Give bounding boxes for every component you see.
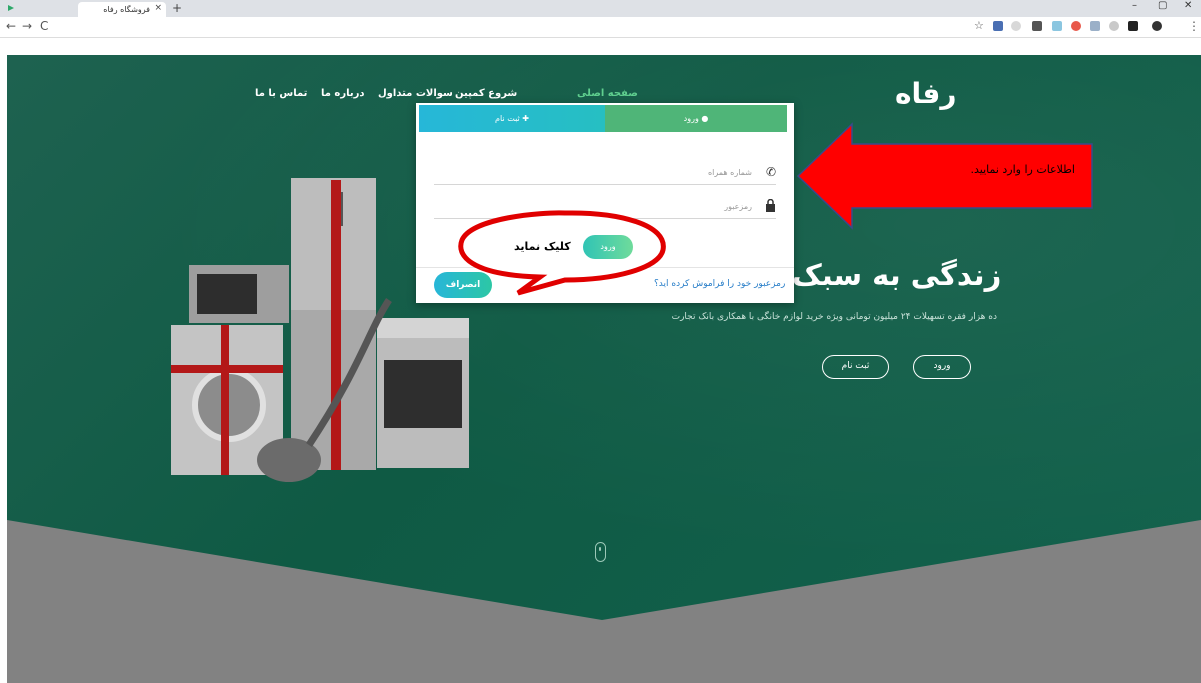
stove-shape <box>377 318 469 468</box>
brand-logo[interactable]: رفاه <box>895 77 957 110</box>
lock-icon <box>765 198 776 215</box>
nav-item-about[interactable]: درباره ما <box>321 88 365 99</box>
hero-login-button[interactable]: ورود <box>913 355 971 379</box>
bubble-annotation-text: کلیک نماید <box>514 240 571 253</box>
bubble-login-button[interactable]: ورود <box>583 235 633 259</box>
extension-icon[interactable] <box>993 21 1003 31</box>
tab-login[interactable]: ● ورود <box>605 105 787 132</box>
forward-icon[interactable]: → <box>22 19 32 33</box>
tab-strip: فروشگاه رفاه × + – ▢ ✕ <box>0 0 1201 17</box>
arrow-annotation-text: اطلاعات را وارد نمایید. <box>970 163 1075 176</box>
new-tab-button[interactable]: + <box>172 1 182 15</box>
password-input[interactable] <box>454 198 754 214</box>
hero-title: زندگی به سبک <box>792 258 1002 292</box>
extension-icon[interactable] <box>1071 21 1081 31</box>
forgot-password-link[interactable]: رمزعبور خود را فراموش کرده اید؟ <box>654 279 785 289</box>
nav-item-contact[interactable]: تماس با ما <box>255 88 307 99</box>
microwave-shape <box>189 265 289 323</box>
tab-close-icon[interactable]: × <box>154 3 162 13</box>
hero-register-button[interactable]: ثبت نام <box>822 355 889 379</box>
user-icon: ● <box>698 114 709 123</box>
phone-input[interactable] <box>454 164 754 180</box>
browser-menu-icon[interactable]: ⋮ <box>1188 19 1200 33</box>
back-icon[interactable]: ← <box>6 19 16 33</box>
tab-register[interactable]: ✚ ثبت نام <box>419 105 605 132</box>
modal-divider <box>416 267 794 268</box>
reload-icon[interactable]: C <box>40 19 48 33</box>
password-field <box>434 193 776 219</box>
maximize-button[interactable]: ▢ <box>1158 0 1167 11</box>
extension-icon[interactable] <box>1011 21 1021 31</box>
login-modal: ✚ ثبت نام ● ورود ✆ ورود رمزعبور خود را ف… <box>416 103 794 303</box>
minimize-button[interactable]: – <box>1132 0 1137 11</box>
nav-item-home[interactable]: صفحه اصلی <box>577 88 638 99</box>
extension-icon[interactable] <box>1032 21 1042 31</box>
extension-icon[interactable] <box>1090 21 1100 31</box>
browser-logo-icon <box>5 2 17 14</box>
cancel-button[interactable]: انصراف <box>434 272 492 298</box>
profile-avatar-icon[interactable] <box>1152 21 1162 31</box>
close-window-button[interactable]: ✕ <box>1184 0 1192 11</box>
extension-icon[interactable] <box>1052 21 1062 31</box>
modal-tabs: ✚ ثبت نام ● ورود <box>419 105 787 132</box>
user-plus-icon: ✚ <box>519 114 529 123</box>
scroll-mouse-icon <box>595 542 606 562</box>
browser-toolbar: ← → C ☆ ⋮ <box>0 17 1201 38</box>
nav-item-faq[interactable]: سوالات متداول <box>378 88 453 99</box>
refrigerator-shape <box>291 178 376 470</box>
phone-field: ✆ <box>434 159 776 185</box>
browser-chrome: فروشگاه رفاه × + – ▢ ✕ ← → C ☆ ⋮ <box>0 0 1201 38</box>
extension-icon[interactable] <box>1109 21 1119 31</box>
hero-subtitle: ده هزار فقره تسهیلات ۲۴ میلیون تومانی وی… <box>671 312 997 322</box>
toolbar-divider <box>0 37 1201 38</box>
extension-icon[interactable] <box>1128 21 1138 31</box>
bookmark-star-icon[interactable]: ☆ <box>974 19 984 32</box>
tab-title: فروشگاه رفاه <box>103 5 150 14</box>
phone-icon: ✆ <box>765 165 776 179</box>
tab-login-label: ورود <box>683 114 699 123</box>
browser-tab[interactable]: فروشگاه رفاه × <box>78 2 166 17</box>
tab-register-label: ثبت نام <box>495 114 520 123</box>
nav-item-campaign[interactable]: شروع کمپین <box>455 88 517 99</box>
